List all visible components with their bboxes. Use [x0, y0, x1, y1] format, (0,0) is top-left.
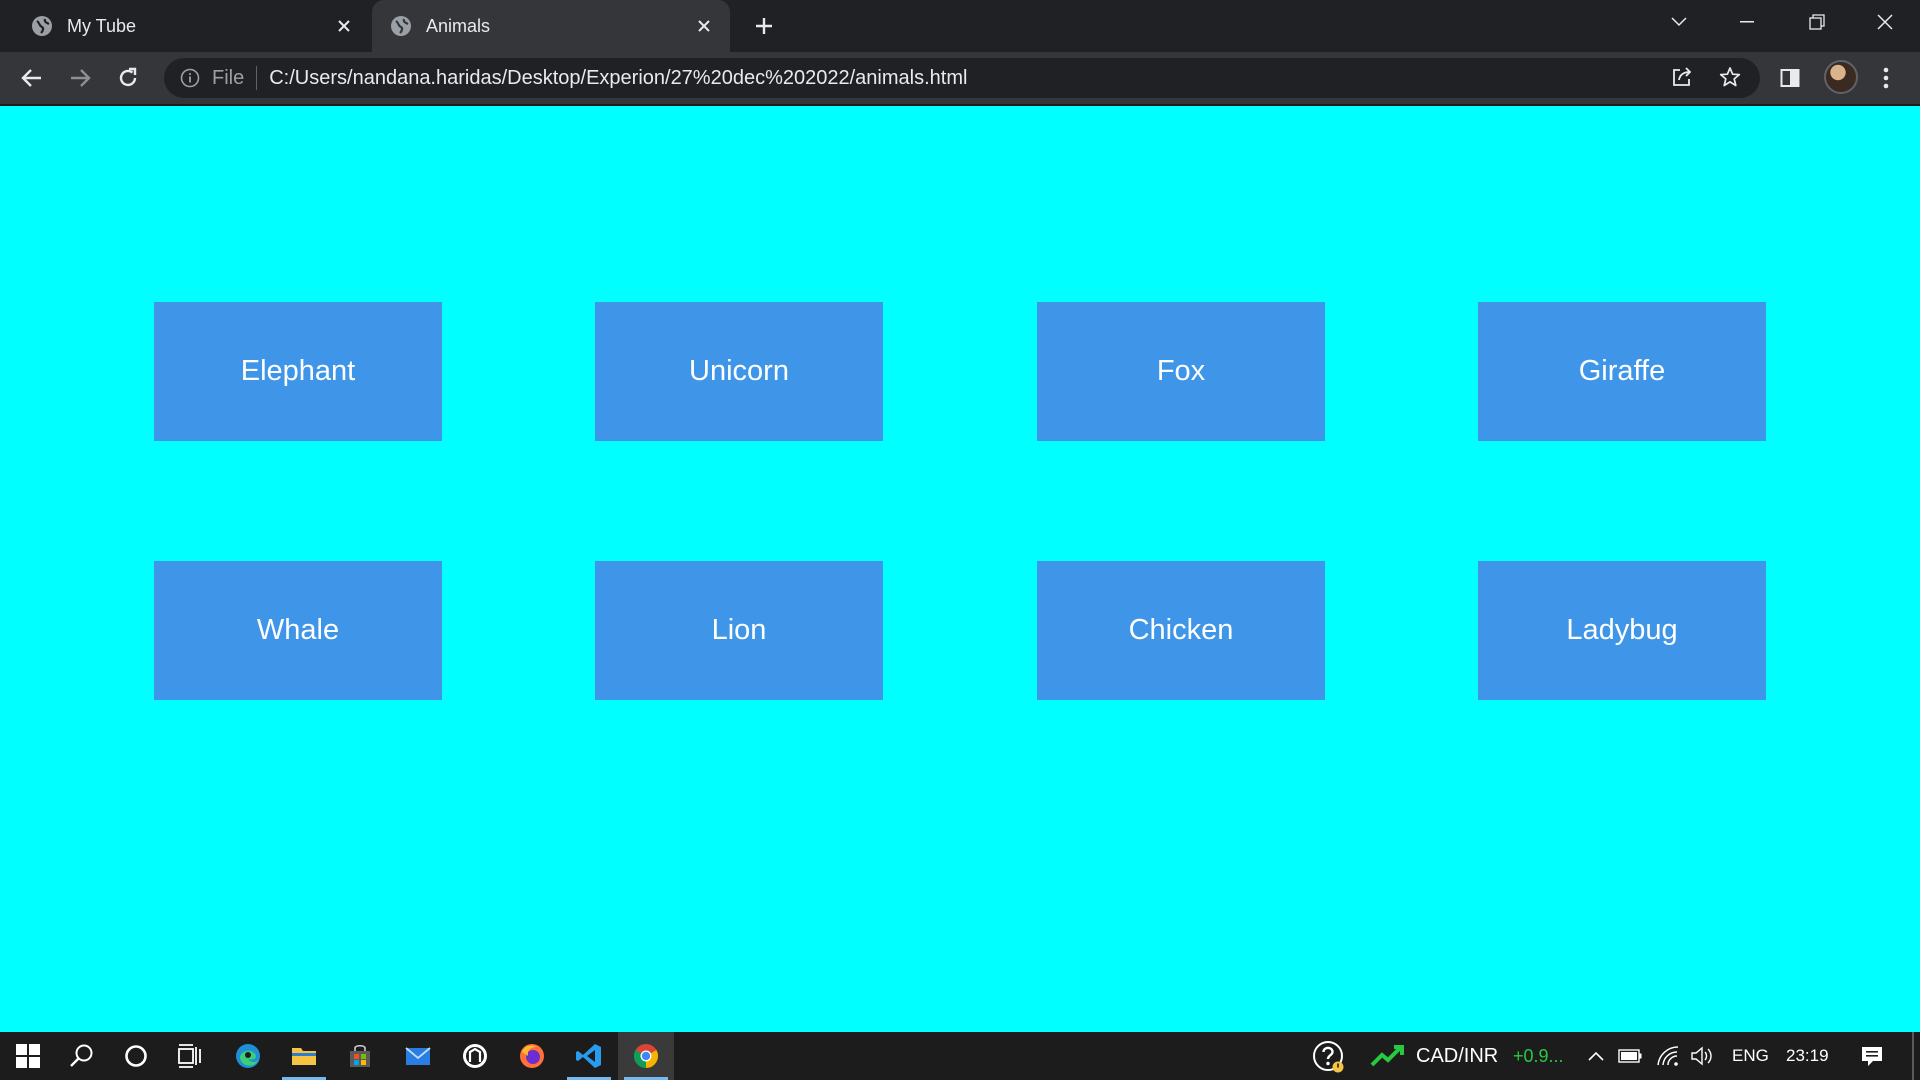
animal-box-chicken[interactable]: Chicken [1037, 561, 1325, 700]
microsoft-store-icon[interactable] [332, 1032, 388, 1080]
share-icon[interactable] [1670, 65, 1694, 89]
wifi-icon[interactable] [1656, 1044, 1680, 1068]
forward-button[interactable] [62, 60, 98, 96]
chrome-icon[interactable] [618, 1032, 674, 1080]
animal-box-giraffe[interactable]: Giraffe [1478, 302, 1766, 441]
help-icon[interactable] [1312, 1040, 1346, 1074]
restore-button[interactable] [1788, 0, 1846, 44]
browser-toolbar: File C:/Users/nandana.haridas/Desktop/Ex… [0, 52, 1920, 104]
stock-ticker-change[interactable]: +0.9... [1513, 1032, 1564, 1080]
animal-box-elephant[interactable]: Elephant [154, 302, 442, 441]
close-window-button[interactable] [1856, 0, 1914, 44]
animal-box-ladybug[interactable]: Ladybug [1478, 561, 1766, 700]
notifications-icon[interactable] [1858, 1044, 1886, 1068]
cortana-icon[interactable] [108, 1032, 164, 1080]
show-desktop-button[interactable] [1912, 1032, 1914, 1080]
battery-icon[interactable] [1618, 1044, 1642, 1068]
profile-avatar[interactable] [1824, 60, 1858, 94]
side-panel-icon[interactable] [1772, 60, 1808, 96]
minimize-button[interactable] [1718, 0, 1776, 44]
tab-animals[interactable]: Animals [372, 0, 730, 52]
close-tab-icon[interactable] [330, 12, 358, 40]
tab-title: Animals [426, 15, 491, 36]
edge-browser-icon[interactable] [220, 1032, 276, 1080]
animal-box-fox[interactable]: Fox [1037, 302, 1325, 441]
animal-box-unicorn[interactable]: Unicorn [595, 302, 883, 441]
animal-box-whale[interactable]: Whale [154, 561, 442, 700]
globe-icon [390, 15, 412, 37]
reload-button[interactable] [110, 60, 146, 96]
url-text[interactable]: C:/Users/nandana.haridas/Desktop/Experio… [269, 67, 967, 90]
scheme-label: File [212, 66, 245, 89]
task-view-icon[interactable] [162, 1032, 218, 1080]
address-bar[interactable]: File C:/Users/nandana.haridas/Desktop/Ex… [164, 58, 1760, 98]
volume-icon[interactable] [1690, 1044, 1714, 1068]
globe-icon [31, 15, 53, 37]
app-icon[interactable] [447, 1032, 503, 1080]
stock-ticker-label[interactable]: CAD/INR [1416, 1032, 1498, 1080]
clock-time[interactable]: 23:19 [1786, 1032, 1829, 1080]
page-viewport: Elephant Unicorn Fox Giraffe Whale Lion … [0, 106, 1920, 1032]
start-button-windows-icon[interactable] [0, 1032, 56, 1080]
tab-my-tube[interactable]: My Tube [0, 0, 370, 52]
address-separator [256, 66, 258, 90]
search-icon[interactable] [54, 1032, 110, 1080]
tab-title: My Tube [67, 15, 137, 36]
file-explorer-icon[interactable] [276, 1032, 332, 1080]
close-tab-icon[interactable] [690, 12, 718, 40]
windows-taskbar: CAD/INR +0.9... ENG 23:19 [0, 1032, 1920, 1080]
new-tab-button[interactable] [748, 10, 780, 42]
chevron-up-icon[interactable] [1584, 1044, 1608, 1068]
site-info-icon[interactable] [178, 66, 202, 90]
animal-box-lion[interactable]: Lion [595, 561, 883, 700]
mail-icon[interactable] [390, 1032, 446, 1080]
more-menu-icon[interactable] [1868, 60, 1904, 96]
stock-chart-icon[interactable] [1370, 1044, 1406, 1068]
language-indicator[interactable]: ENG [1732, 1032, 1769, 1080]
back-button[interactable] [14, 60, 50, 96]
vscode-icon[interactable] [561, 1032, 617, 1080]
bookmark-star-icon[interactable] [1718, 65, 1742, 89]
tab-search-icon[interactable] [1650, 0, 1708, 44]
title-bar: My Tube Animals [0, 0, 1920, 52]
firefox-icon[interactable] [504, 1032, 560, 1080]
